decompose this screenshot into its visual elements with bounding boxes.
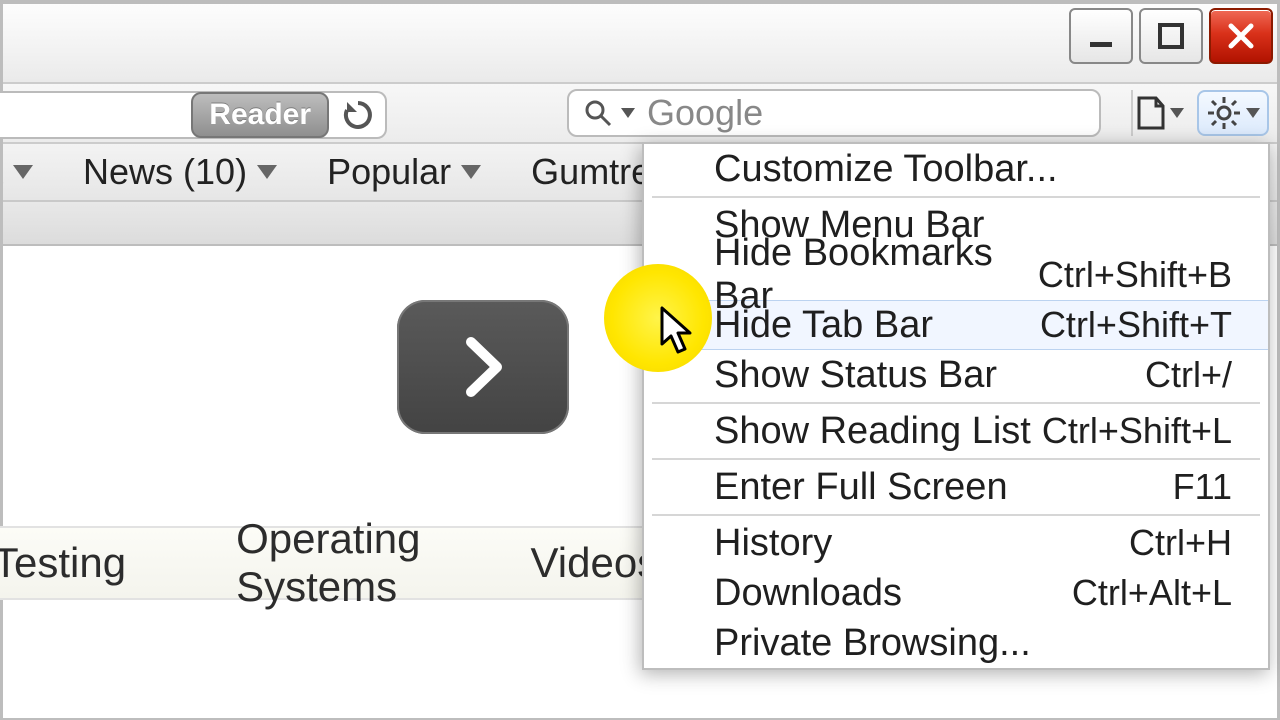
menu-separator [652, 514, 1260, 516]
bookmark-item[interactable]: a [3, 147, 43, 197]
menu-label: Show Status Bar [714, 354, 997, 397]
menu-shortcut: Ctrl+Shift+T [1040, 304, 1232, 346]
menu-item-customize-toolbar[interactable]: Customize Toolbar... [644, 144, 1268, 194]
menu-shortcut: Ctrl+H [1129, 522, 1232, 564]
gear-icon [1206, 95, 1242, 131]
menu-item-enter-full-screen[interactable]: Enter Full Screen F11 [644, 462, 1268, 512]
maximize-button[interactable] [1139, 8, 1203, 64]
bookmark-label: News (10) [83, 151, 247, 193]
menu-label: Customize Toolbar... [714, 148, 1058, 191]
menu-label: Private Browsing... [714, 622, 1031, 665]
reload-icon[interactable] [341, 98, 375, 132]
page-icon [1136, 96, 1166, 130]
minimize-button[interactable] [1069, 8, 1133, 64]
tab-testing[interactable]: Testing [0, 539, 162, 587]
menu-label: Downloads [714, 572, 902, 615]
menu-label: Show Reading List [714, 410, 1031, 453]
bookmark-item-popular[interactable]: Popular [317, 147, 491, 197]
chevron-right-icon [453, 332, 513, 402]
chevron-down-icon [461, 165, 481, 179]
menu-item-show-reading-list[interactable]: Show Reading List Ctrl+Shift+L [644, 406, 1268, 456]
address-bar[interactable]: Reader [0, 91, 387, 139]
bookmark-label: Popular [327, 151, 451, 193]
chevron-down-icon [1170, 108, 1184, 118]
menu-item-private-browsing[interactable]: Private Browsing... [644, 618, 1268, 668]
page-menu-button[interactable] [1131, 90, 1187, 136]
tab-operating-systems[interactable]: Operating Systems [200, 515, 456, 611]
menu-item-hide-bookmarks-bar[interactable]: Hide Bookmarks Bar Ctrl+Shift+B [644, 250, 1268, 300]
menu-shortcut: Ctrl+Shift+B [1038, 254, 1232, 296]
menu-label: Hide Tab Bar [714, 304, 933, 347]
menu-shortcut: F11 [1173, 466, 1232, 508]
menu-shortcut: Ctrl+Shift+L [1042, 410, 1232, 452]
reader-button[interactable]: Reader [191, 92, 329, 138]
play-button[interactable] [397, 300, 569, 434]
menu-item-history[interactable]: History Ctrl+H [644, 518, 1268, 568]
menu-shortcut: Ctrl+Alt+L [1072, 572, 1232, 614]
settings-dropdown-menu: Customize Toolbar... Show Menu Bar Hide … [642, 142, 1270, 670]
close-button[interactable] [1209, 8, 1273, 64]
search-engine-dropdown-icon[interactable] [621, 108, 635, 118]
title-bar: e! [3, 4, 1277, 84]
toolbar: Reader Google [3, 84, 1277, 144]
cursor-icon [658, 306, 698, 361]
search-box[interactable]: Google [567, 89, 1101, 137]
menu-separator [652, 458, 1260, 460]
chevron-down-icon [13, 165, 33, 179]
menu-shortcut: Ctrl+/ [1145, 354, 1232, 396]
caption-buttons [1069, 8, 1273, 64]
menu-separator [652, 402, 1260, 404]
section-tabs: Testing Operating Systems Videos [0, 526, 643, 600]
chevron-down-icon [1246, 108, 1260, 118]
menu-label: Enter Full Screen [714, 466, 1008, 509]
settings-menu-button[interactable] [1197, 90, 1269, 136]
bookmark-item-news[interactable]: News (10) [73, 147, 287, 197]
menu-separator [652, 196, 1260, 198]
chevron-down-icon [257, 165, 277, 179]
menu-item-downloads[interactable]: Downloads Ctrl+Alt+L [644, 568, 1268, 618]
menu-item-show-status-bar[interactable]: Show Status Bar Ctrl+/ [644, 350, 1268, 400]
menu-label: History [714, 522, 832, 565]
search-placeholder: Google [647, 92, 763, 134]
search-icon [583, 98, 613, 128]
